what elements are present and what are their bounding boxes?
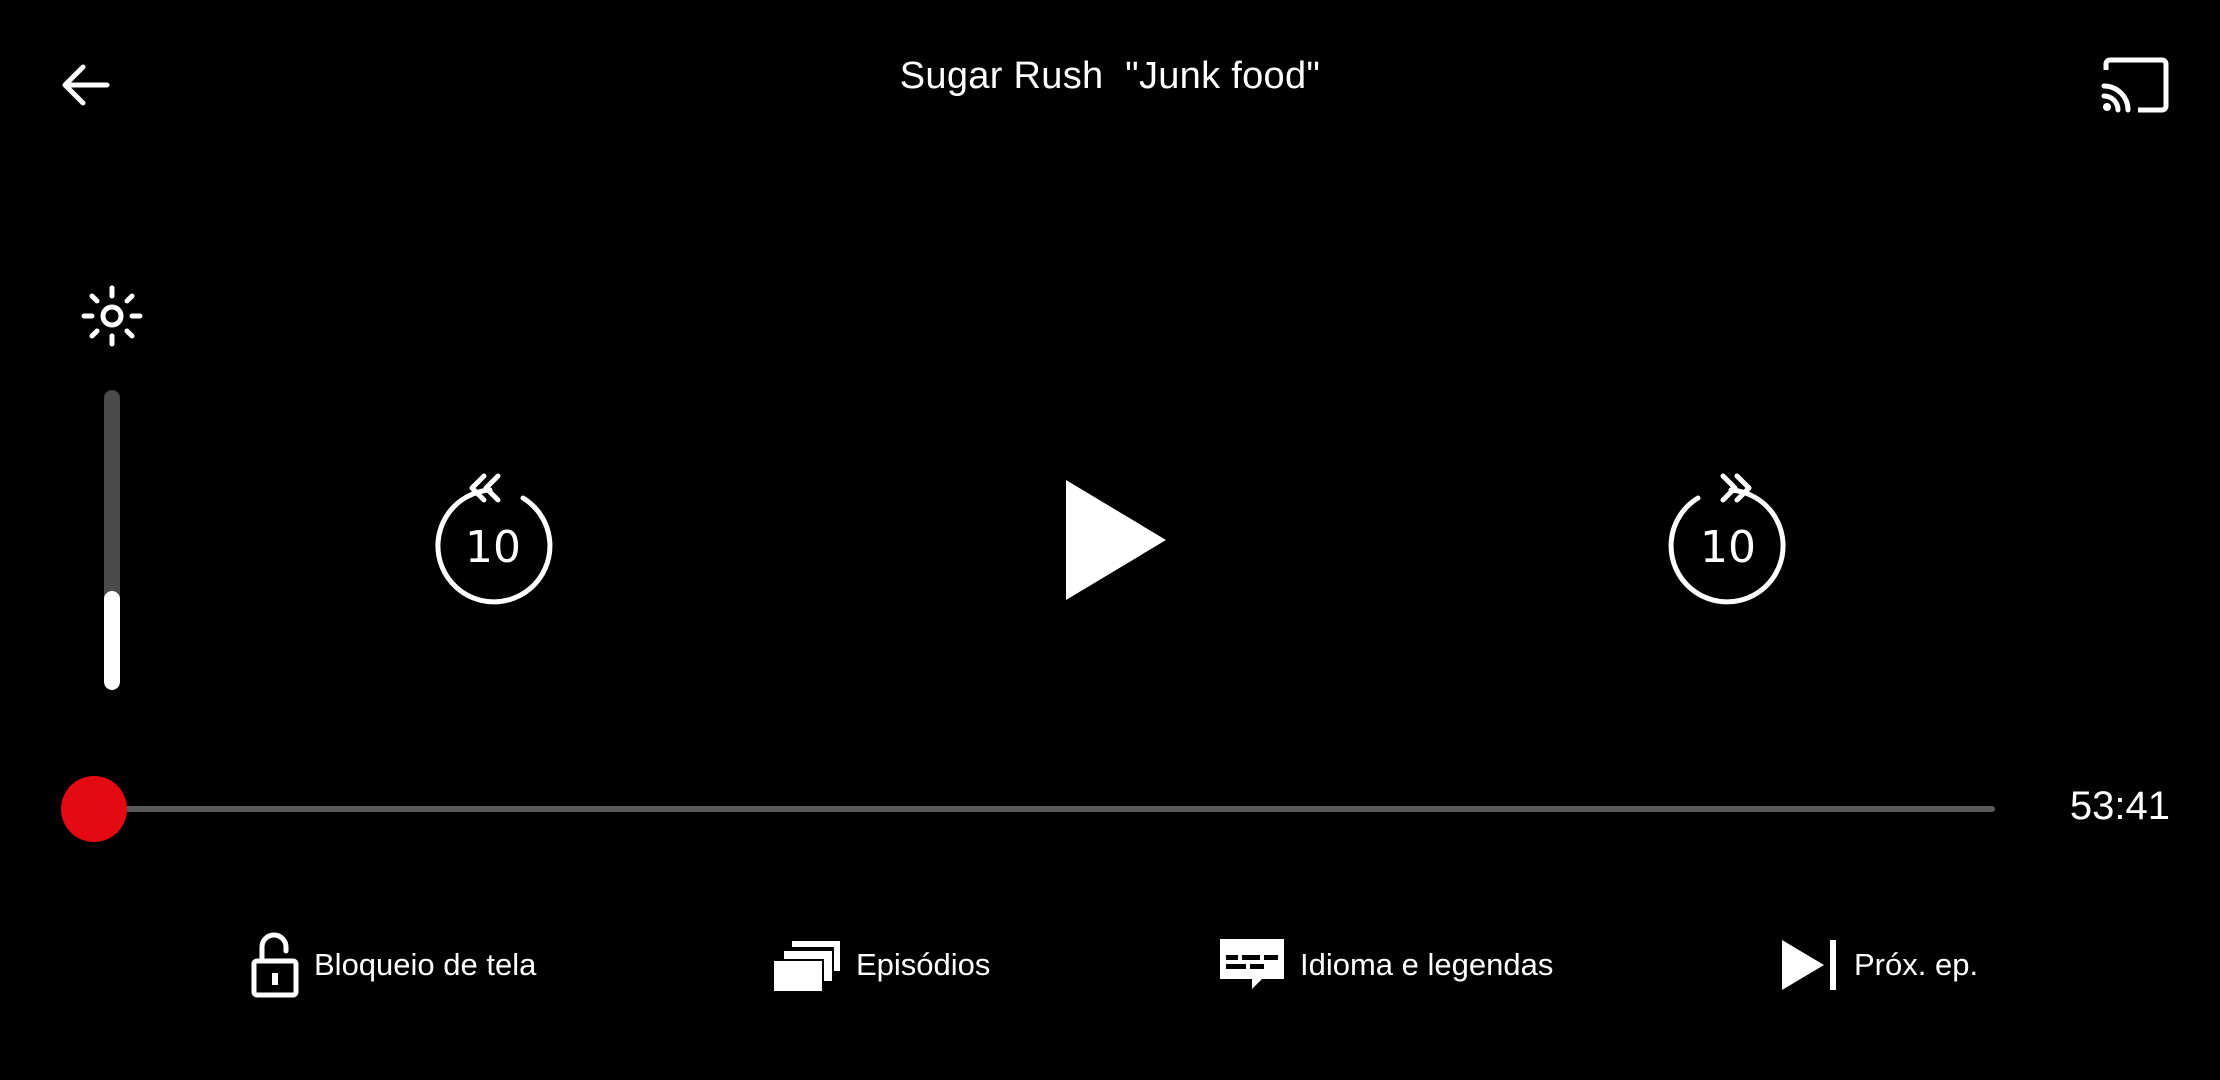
cast-button[interactable] [2095,50,2175,120]
progress-scrubber[interactable] [61,776,127,842]
brightness-icon [80,284,144,348]
episodes-icon [772,939,842,991]
episodes-label: Episódios [856,947,991,982]
play-icon [1066,480,1166,600]
rewind-10-button[interactable]: 10 [428,470,558,610]
brightness-slider[interactable] [104,390,120,690]
episode-title: Sugar Rush "Junk food" [899,55,1321,97]
screen-lock-button[interactable]: Bloqueio de tela [250,930,536,1000]
forward-10-button[interactable]: 10 [1663,470,1793,610]
video-player: Sugar Rush "Junk food" 10 10 53:41 Bloqu… [0,0,2220,1080]
play-button[interactable] [1050,470,1180,610]
brightness-level [104,591,120,690]
next-episode-label: Próx. ep. [1854,947,1979,982]
skip-next-icon [1780,938,1840,992]
audio-subtitles-label: Idioma e legendas [1300,947,1554,982]
audio-subtitles-button[interactable]: Idioma e legendas [1218,930,1553,1000]
time-remaining: 53:41 [2069,784,2170,828]
next-episode-button[interactable]: Próx. ep. [1780,930,1978,1000]
screen-lock-label: Bloqueio de tela [314,947,537,982]
subtitles-icon [1218,937,1286,993]
rewind-seconds-label: 10 [465,522,521,573]
cast-icon [2101,57,2169,113]
progress-bar[interactable] [95,806,1995,812]
forward-seconds-label: 10 [1700,522,1756,573]
episodes-button[interactable]: Episódios [772,930,990,1000]
unlock-icon [250,931,300,999]
